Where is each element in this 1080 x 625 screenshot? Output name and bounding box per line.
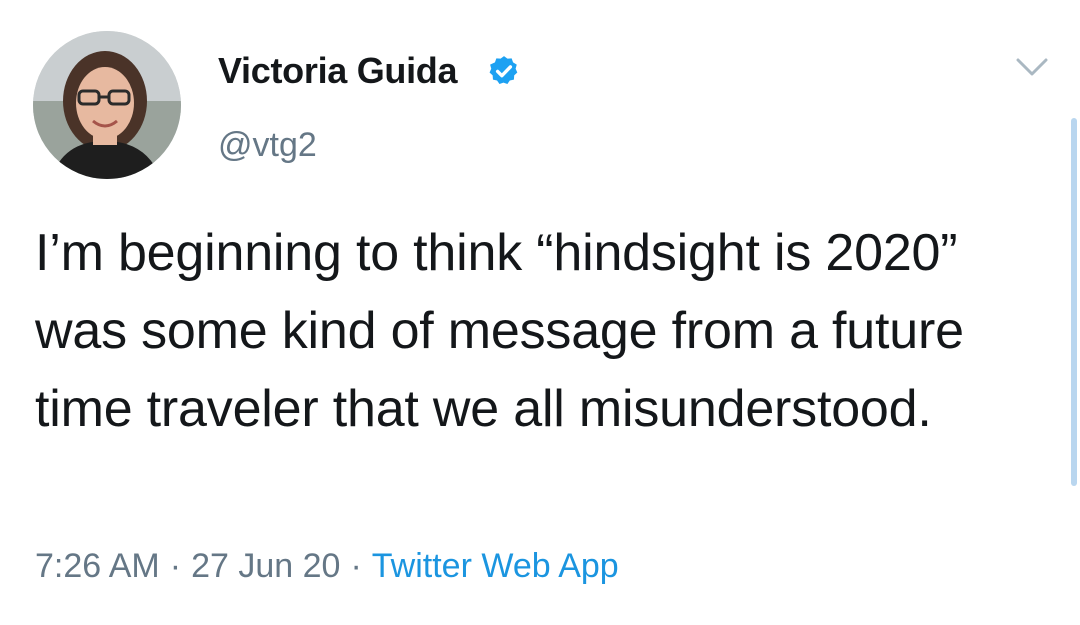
tweet-card: Victoria Guida @vtg2 I’m beginning to th… [0, 0, 1080, 625]
tweet-time[interactable]: 7:26 AM [35, 547, 160, 585]
author-display-name[interactable]: Victoria Guida [218, 50, 458, 92]
meta-separator: · [169, 547, 182, 585]
verified-badge-icon [489, 56, 518, 85]
avatar-photo [33, 31, 181, 179]
scrollbar[interactable] [1071, 118, 1077, 486]
chevron-down-icon[interactable] [1012, 52, 1052, 82]
tweet-date[interactable]: 27 Jun 20 [191, 547, 340, 585]
tweet-source-link[interactable]: Twitter Web App [372, 547, 619, 585]
tweet-metadata: 7:26 AM · 27 Jun 20 · Twitter Web App [35, 547, 619, 586]
avatar[interactable] [33, 31, 181, 179]
meta-separator: · [350, 547, 362, 585]
tweet-text: I’m beginning to think “hindsight is 202… [35, 224, 964, 438]
author-handle[interactable]: @vtg2 [218, 126, 317, 165]
